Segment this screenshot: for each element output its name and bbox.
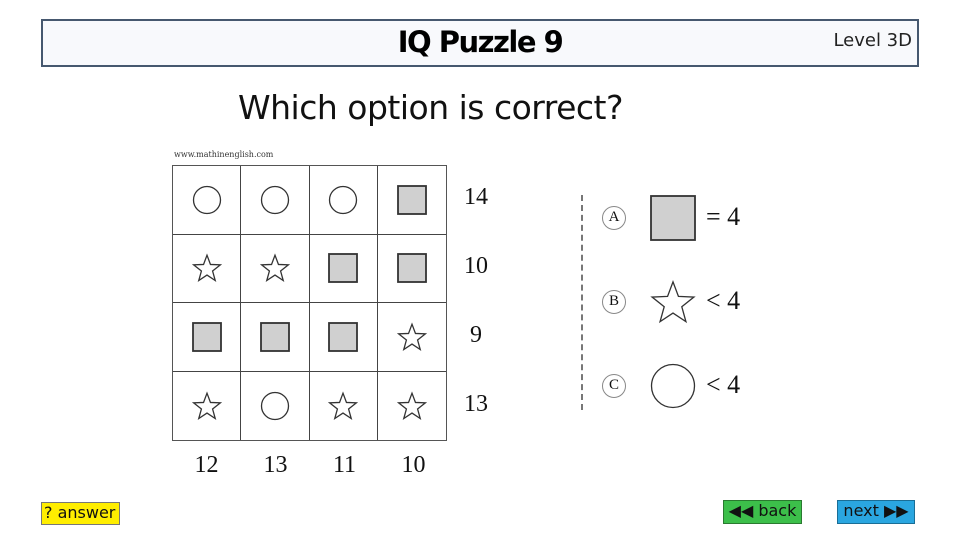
option-relation: < 4 — [706, 286, 741, 315]
square-icon — [328, 321, 359, 352]
star-icon — [191, 391, 222, 420]
level-label: Level 3D — [833, 30, 912, 51]
grid-cell — [309, 234, 378, 303]
row-sum: 14 — [464, 184, 488, 210]
grid-cell — [309, 166, 378, 235]
grid-cell — [377, 166, 446, 235]
back-button[interactable]: ◀◀ back — [723, 500, 802, 524]
row-sum: 9 — [470, 322, 482, 348]
square-icon — [191, 321, 222, 352]
answer-button[interactable]: ? answer — [41, 502, 120, 525]
grid-cell — [173, 303, 242, 372]
star-icon — [396, 391, 427, 420]
circle-icon — [650, 363, 696, 409]
option-letter-badge: A — [602, 206, 626, 230]
column-sum: 12 — [194, 452, 219, 478]
option-letter-badge: C — [602, 374, 626, 398]
square-icon — [650, 195, 696, 241]
watermark: www.mathinenglish.com — [174, 150, 274, 159]
star-icon — [650, 279, 696, 324]
circle-icon — [260, 185, 290, 214]
grid-cell — [173, 166, 242, 235]
row-sum: 10 — [464, 253, 488, 279]
question-text: Which option is correct? — [238, 88, 624, 127]
grid-cell — [378, 372, 446, 441]
grid-cell — [241, 234, 310, 303]
grid-cell — [173, 234, 242, 303]
column-sum: 10 — [401, 452, 426, 478]
divider-dashed — [581, 195, 583, 410]
star-icon — [396, 322, 427, 351]
grid-cell — [173, 371, 242, 440]
column-sum: 11 — [332, 452, 357, 478]
column-sum: 13 — [263, 452, 288, 478]
circle-icon — [260, 391, 290, 420]
grid-cell — [309, 303, 378, 372]
square-icon — [396, 184, 427, 215]
grid-cell — [241, 303, 310, 372]
grid-cell — [310, 371, 378, 440]
star-icon — [259, 253, 290, 283]
square-icon — [396, 253, 427, 284]
puzzle-grid — [172, 165, 447, 441]
star-icon — [328, 391, 359, 420]
circle-icon — [328, 185, 358, 214]
option-relation: = 4 — [706, 202, 741, 231]
next-button[interactable]: next ▶▶ — [837, 500, 915, 524]
grid-cell — [377, 235, 446, 303]
grid-cell — [377, 303, 446, 372]
circle-icon — [192, 185, 221, 214]
grid-cell — [241, 166, 310, 235]
option-relation: < 4 — [706, 370, 741, 399]
square-icon — [259, 321, 290, 352]
square-icon — [328, 253, 359, 284]
page-title: IQ Puzzle 9 — [397, 25, 564, 59]
grid-cell — [241, 371, 310, 440]
star-icon — [191, 253, 222, 283]
row-sum: 13 — [464, 391, 488, 417]
option-letter-badge: B — [602, 290, 626, 314]
